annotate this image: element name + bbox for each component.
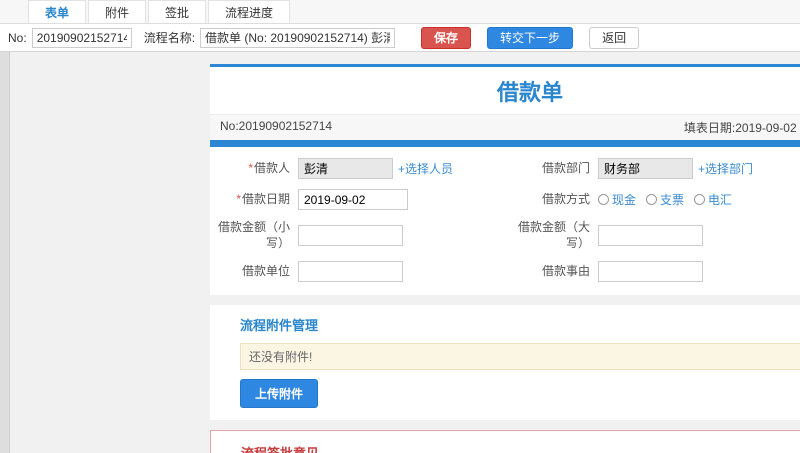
no-label: No: xyxy=(8,30,27,45)
page-title: 借款单 xyxy=(496,80,563,105)
form-body: *借款人 +选择人员 借款部门 +选择部门 xyxy=(210,147,800,295)
no-attachments-notice: 还没有附件! xyxy=(240,343,800,371)
approval-comments-panel: 流程签批意见 B I abc A ab ⚑ 1≡ •≡ « » — ” xyxy=(210,430,800,453)
loan-form-panel: 借款单 No:20190902152714 填表日期:2019-09-02 15… xyxy=(210,64,800,296)
form-row: 借款单位 借款事由 xyxy=(210,256,800,287)
tab-form[interactable]: 表单 xyxy=(28,0,87,23)
attachments-panel: 流程附件管理 还没有附件! 上传附件 xyxy=(210,305,800,421)
loan-reason-input[interactable] xyxy=(598,261,703,283)
tab-bar: 表单 附件 签批 流程进度 xyxy=(0,0,800,24)
loan-method-group: 现金 支票 电汇 xyxy=(598,191,732,208)
upload-attachment-button[interactable]: 上传附件 xyxy=(240,379,319,409)
select-person-link[interactable]: +选择人员 xyxy=(398,160,453,177)
borrower-label: 借款人 xyxy=(253,160,290,175)
no-input[interactable] xyxy=(31,27,132,48)
process-name-input[interactable] xyxy=(200,27,396,48)
back-button[interactable]: 返回 xyxy=(589,26,640,49)
divider-bar xyxy=(210,140,800,147)
amount-numerals-label: 借款金额（小写） xyxy=(217,220,290,250)
left-strip xyxy=(0,52,10,453)
form-row: 借款金额（小写） 借款金额（大写） xyxy=(210,215,800,256)
radio-icon xyxy=(694,194,706,205)
radio-icon xyxy=(598,194,609,205)
amount-words-input[interactable] xyxy=(598,225,703,247)
loan-date-input[interactable] xyxy=(298,189,408,210)
required-asterisk: * xyxy=(236,191,241,206)
radio-check-label: 支票 xyxy=(660,193,685,207)
amount-numerals-input[interactable] xyxy=(298,225,403,247)
loan-unit-label: 借款单位 xyxy=(241,263,290,278)
workspace: 借款单 No:20190902152714 填表日期:2019-09-02 15… xyxy=(0,52,800,453)
save-button[interactable]: 保存 xyxy=(421,26,472,49)
required-asterisk: * xyxy=(248,160,253,175)
tab-approval[interactable]: 签批 xyxy=(148,0,207,23)
loan-unit-input[interactable] xyxy=(298,261,403,283)
attachments-title: 流程附件管理 xyxy=(240,318,319,334)
radio-check[interactable]: 支票 xyxy=(646,191,684,208)
loan-method-label: 借款方式 xyxy=(541,191,590,206)
tab-progress[interactable]: 流程进度 xyxy=(208,0,291,23)
department-input[interactable] xyxy=(598,158,693,179)
form-row: *借款人 +选择人员 借款部门 +选择部门 xyxy=(210,153,800,184)
approval-title: 流程签批意见 xyxy=(241,443,800,453)
amount-words-label: 借款金额（大写） xyxy=(517,220,590,250)
borrower-input[interactable] xyxy=(298,158,393,179)
radio-wire[interactable]: 电汇 xyxy=(694,191,732,208)
form-row: *借款日期 借款方式 现金 xyxy=(210,184,800,215)
radio-icon xyxy=(646,194,658,205)
document-date: 填表日期:2019-09-02 15:27:1 xyxy=(683,121,800,135)
document-subheader: No:20190902152714 填表日期:2019-09-02 15:27:… xyxy=(210,114,800,140)
radio-cash-label: 现金 xyxy=(612,193,637,207)
department-label: 借款部门 xyxy=(541,160,590,175)
document-no: No:20190902152714 xyxy=(220,119,333,133)
process-name-label: 流程名称: xyxy=(143,31,196,45)
loan-date-label: 借款日期 xyxy=(241,191,290,206)
next-step-button[interactable]: 转交下一步 xyxy=(487,26,574,49)
content-area: 借款单 No:20190902152714 填表日期:2019-09-02 15… xyxy=(210,64,800,453)
loan-reason-label: 借款事由 xyxy=(541,263,590,278)
radio-cash[interactable]: 现金 xyxy=(598,191,636,208)
action-toolbar: No: 流程名称: 保存 转交下一步 返回 xyxy=(0,24,800,52)
radio-wire-label: 电汇 xyxy=(708,193,733,207)
tab-attachments[interactable]: 附件 xyxy=(88,0,147,23)
select-department-link[interactable]: +选择部门 xyxy=(698,160,753,177)
